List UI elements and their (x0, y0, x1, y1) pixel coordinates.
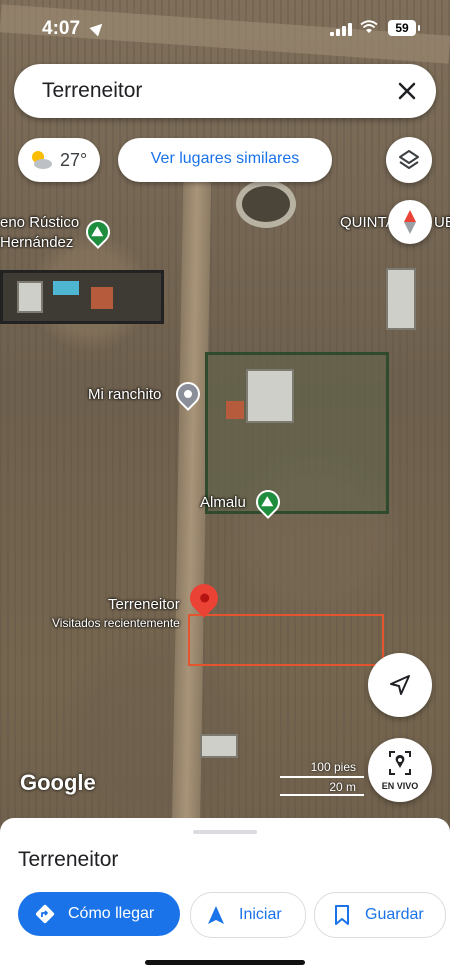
weather-temperature: 27° (60, 150, 88, 170)
scale-feet: 100 pies (310, 760, 356, 774)
compound-building (0, 270, 164, 324)
directions-label: Cómo llegar (68, 905, 155, 922)
similar-places-button[interactable]: Ver lugares similares (118, 138, 332, 182)
directions-button[interactable]: Cómo llegar (18, 892, 180, 936)
google-logo: Google (20, 770, 96, 795)
search-query[interactable]: Terreneitor (42, 79, 142, 103)
live-view-label: EN VIVO (381, 781, 419, 791)
layers-button[interactable] (386, 137, 432, 183)
map-label-terreneitor[interactable]: Terreneitor (108, 596, 180, 613)
map-label-quinta-suffix[interactable]: UE (434, 214, 450, 231)
pool (53, 281, 79, 295)
parcel-outline (188, 614, 384, 666)
status-time: 4:07 (42, 18, 81, 39)
walled-property (205, 352, 389, 514)
similar-places-label: Ver lugares similares (150, 150, 300, 167)
map-label-visited: Visitados recientemente (52, 616, 180, 630)
save-label: Guardar (365, 906, 424, 923)
save-button[interactable]: Guardar (314, 892, 446, 938)
sheet-drag-handle[interactable] (193, 830, 257, 834)
compass-button[interactable] (388, 200, 432, 244)
start-button[interactable]: Iniciar (190, 892, 306, 938)
navigation-icon (208, 906, 224, 924)
roof (226, 401, 244, 419)
battery-icon: 59 (388, 20, 420, 36)
circular-structure (236, 180, 296, 228)
partly-cloudy-icon (32, 151, 52, 169)
house (386, 268, 416, 330)
house (17, 281, 43, 313)
directions-icon (35, 904, 55, 924)
map-label-hernandez[interactable]: Hernández (0, 234, 73, 251)
scale-bar (280, 794, 364, 796)
location-arrow-icon (89, 19, 107, 37)
compass-icon (404, 210, 416, 234)
cellular-signal-icon (330, 22, 352, 36)
campground-pin-icon[interactable] (81, 215, 115, 249)
map-label-mi-ranchito[interactable]: Mi ranchito (88, 386, 161, 403)
layers-icon (399, 150, 419, 169)
map-scale: 100 pies 20 m (272, 760, 364, 796)
navigation-arrow-icon (390, 675, 410, 695)
start-label: Iniciar (239, 906, 282, 923)
home-indicator (145, 960, 305, 965)
place-title: Terreneitor (18, 848, 119, 871)
scale-meters: 20 m (329, 780, 356, 794)
map-label-almalu[interactable]: Almalu (200, 494, 246, 511)
live-view-icon (389, 751, 411, 775)
search-bar[interactable]: Terreneitor (14, 64, 436, 118)
my-location-button[interactable] (368, 653, 432, 717)
weather-chip[interactable]: 27° (18, 138, 100, 182)
roof (91, 287, 113, 309)
close-icon[interactable] (392, 76, 422, 106)
live-view-button[interactable]: EN VIVO (368, 738, 432, 802)
bookmark-icon (335, 905, 349, 925)
status-bar: 4:07 59 (0, 0, 450, 46)
scale-bar (280, 776, 364, 778)
shed (200, 734, 238, 758)
map-label-rustic[interactable]: eno Rústico (0, 214, 79, 231)
place-bottom-sheet[interactable]: Terreneitor Cómo llegar Iniciar Guardar (0, 818, 450, 974)
wifi-icon (360, 20, 378, 33)
house (246, 369, 294, 423)
